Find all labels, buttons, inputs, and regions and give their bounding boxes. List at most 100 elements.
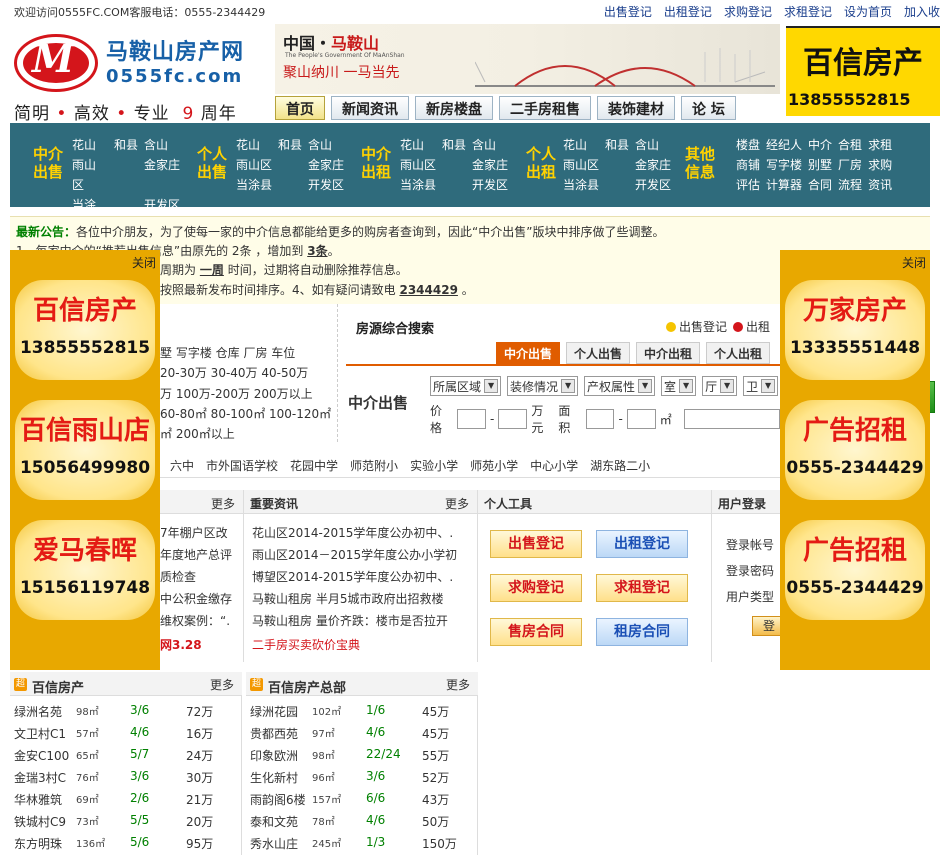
search-sale-register-link[interactable]: 出售登记 [666, 318, 727, 335]
buy-register-button[interactable]: 求购登记 [490, 574, 582, 602]
category-link[interactable]: 经纪人 [766, 135, 802, 155]
category-link[interactable]: 中介 [808, 135, 832, 155]
seek-rent-register-button[interactable]: 求租登记 [596, 574, 688, 602]
news-item[interactable]: 网3.28 [160, 636, 240, 653]
category-link[interactable]: 计算器 [766, 175, 802, 195]
category-title[interactable]: 个人出租 [521, 145, 561, 181]
category-link[interactable]: 开发区 [635, 175, 671, 195]
listing-row[interactable]: 金瑞3村C 76㎡ 3/6 30万 [14, 766, 238, 788]
category-link[interactable]: 开发区 [472, 175, 508, 195]
decoration-select[interactable]: 装修情况 ▼ [507, 376, 579, 396]
news-item[interactable]: 马鞍山租房 半月5城市政府出招救楼 [252, 590, 464, 607]
floating-ad-card[interactable]: 百信房产 13855552815 [15, 280, 155, 380]
category-link[interactable]: 含山 [472, 135, 508, 155]
price-max-input[interactable] [498, 409, 528, 429]
school-link[interactable]: 湖东路二小 [590, 457, 650, 474]
area-min-input[interactable] [585, 409, 615, 429]
filter-area-links-2[interactable]: ㎡ 200㎡以上 [160, 425, 235, 442]
category-link[interactable]: 含山 [144, 135, 180, 155]
category-link[interactable]: 合租 [838, 135, 862, 155]
floating-ad-card[interactable]: 爱马春晖 15156119748 [15, 520, 155, 620]
listing-row[interactable]: 东方明珠 136㎡ 5/6 95万 [14, 832, 238, 854]
news-item[interactable]: 雨山区2014－2015学年度公办小学初 [252, 546, 464, 563]
search-tab-agent-rent[interactable]: 中介出租 [636, 342, 701, 364]
hall-select[interactable]: 厅 ▼ [702, 376, 738, 396]
category-link[interactable]: 雨山区 [236, 155, 272, 175]
category-link[interactable]: 和县 [278, 135, 302, 155]
nav-tab-forum[interactable]: 论 坛 [681, 96, 736, 120]
school-link[interactable]: 中心小学 [530, 457, 578, 474]
search-tab-agent-sale[interactable]: 中介出售 [496, 342, 561, 364]
category-link[interactable]: 金家庄 [308, 155, 344, 175]
category-link[interactable]: 和县 [114, 135, 138, 155]
search-tab-personal-rent[interactable]: 个人出租 [706, 342, 771, 364]
category-link[interactable]: 评估 [736, 175, 760, 195]
category-link[interactable]: 金家庄 [472, 155, 508, 175]
category-link[interactable]: 流程 [838, 175, 862, 195]
category-link[interactable]: 厂房 [838, 155, 862, 175]
top-ad-banner[interactable]: 百信房产 13855552815 [786, 26, 940, 116]
category-link[interactable]: 含山 [635, 135, 671, 155]
filter-price-links-1[interactable]: 20-30万 30-40万 40-50万 [160, 364, 308, 381]
top-link-buy-register[interactable]: 求购登记 [724, 3, 772, 20]
rent-register-button[interactable]: 出租登记 [596, 530, 688, 558]
top-link-set-homepage[interactable]: 设为首页 [844, 3, 892, 20]
category-link[interactable]: 花山 [563, 135, 599, 155]
floating-ad-card[interactable]: 广告招租 0555-2344429 [785, 520, 925, 620]
category-link[interactable]: 求购 [868, 155, 892, 175]
close-floating-ad-right[interactable]: 关闭 [902, 254, 926, 271]
important-news-more-link[interactable]: 更多 [445, 495, 469, 512]
listing-row[interactable]: 华林雅筑 69㎡ 2/6 21万 [14, 788, 238, 810]
category-link[interactable]: 资讯 [868, 175, 892, 195]
listing-row[interactable]: 秀水山庄 245㎡ 1/3 150万 [250, 832, 474, 854]
category-link[interactable]: 金家庄 [144, 155, 180, 195]
top-link-seek-rent-register[interactable]: 求租登记 [784, 3, 832, 20]
top-link-sale-register[interactable]: 出售登记 [604, 3, 652, 20]
news-item[interactable]: 维权案例：“. [160, 612, 240, 629]
floating-ad-card[interactable]: 百信雨山店 15056499980 [15, 400, 155, 500]
area-max-input[interactable] [626, 409, 656, 429]
listing-more-link[interactable]: 更多 [446, 676, 470, 693]
search-rent-register-link[interactable]: 出租 [733, 318, 770, 335]
listing-more-link[interactable]: 更多 [210, 676, 234, 693]
filter-price-links-2[interactable]: 万 100万-200万 200万以上 [160, 385, 313, 402]
listing-row[interactable]: 生化新村 96㎡ 3/6 52万 [250, 766, 474, 788]
category-link[interactable]: 含山 [308, 135, 344, 155]
category-link[interactable]: 金家庄 [635, 155, 671, 175]
news-item[interactable]: 7年棚户区改 [160, 524, 240, 541]
listing-row[interactable]: 金安C100 65㎡ 5/7 24万 [14, 744, 238, 766]
filter-type-links[interactable]: 墅 写字楼 仓库 厂房 车位 [160, 344, 295, 361]
news-item-hot[interactable]: 二手房买卖砍价宝典 [252, 636, 464, 653]
price-min-input[interactable] [457, 409, 487, 429]
listing-row[interactable]: 贵都西苑 97㎡ 4/6 45万 [250, 722, 474, 744]
category-link[interactable]: 花山 [400, 135, 436, 155]
bath-select[interactable]: 卫 ▼ [743, 376, 779, 396]
school-link[interactable]: 六中 [170, 457, 194, 474]
category-link[interactable]: 商铺 [736, 155, 760, 175]
news-item[interactable]: 博望区2014-2015学年度公办初中、. [252, 568, 464, 585]
category-link[interactable]: 当涂县 [236, 175, 272, 195]
nav-tab-home[interactable]: 首页 [275, 96, 325, 120]
rent-contract-button[interactable]: 租房合同 [596, 618, 688, 646]
news-item[interactable]: 质检查 [160, 568, 240, 585]
school-link[interactable]: 花园中学 [290, 457, 338, 474]
news-item[interactable]: 年度地产总评 [160, 546, 240, 563]
listing-row[interactable]: 绿洲花园 102㎡ 1/6 45万 [250, 700, 474, 722]
category-link[interactable]: 开发区 [308, 175, 344, 195]
floating-ad-card[interactable]: 万家房产 13335551448 [785, 280, 925, 380]
district-select[interactable]: 所属区域 ▼ [430, 376, 502, 396]
category-link[interactable]: 和县 [605, 135, 629, 155]
search-tab-personal-sale[interactable]: 个人出售 [566, 342, 631, 364]
category-link[interactable]: 楼盘 [736, 135, 760, 155]
nav-tab-new-homes[interactable]: 新房楼盘 [415, 96, 493, 120]
listing-row[interactable]: 文卫村C1 57㎡ 4/6 16万 [14, 722, 238, 744]
category-link[interactable]: 花山 [72, 135, 108, 155]
listing-row[interactable]: 泰和文苑 78㎡ 4/6 50万 [250, 810, 474, 832]
news-item[interactable]: 马鞍山租房 量价齐跌：楼市是否拉开 [252, 612, 464, 629]
school-link[interactable]: 师范附小 [350, 457, 398, 474]
listing-row[interactable]: 雨韵阁6楼 157㎡ 6/6 43万 [250, 788, 474, 810]
school-link[interactable]: 师苑小学 [470, 457, 518, 474]
news-item[interactable]: 花山区2014-2015学年度公办初中、. [252, 524, 464, 541]
property-right-select[interactable]: 产权属性 ▼ [584, 376, 656, 396]
close-floating-ad-left[interactable]: 关闭 [132, 254, 156, 271]
